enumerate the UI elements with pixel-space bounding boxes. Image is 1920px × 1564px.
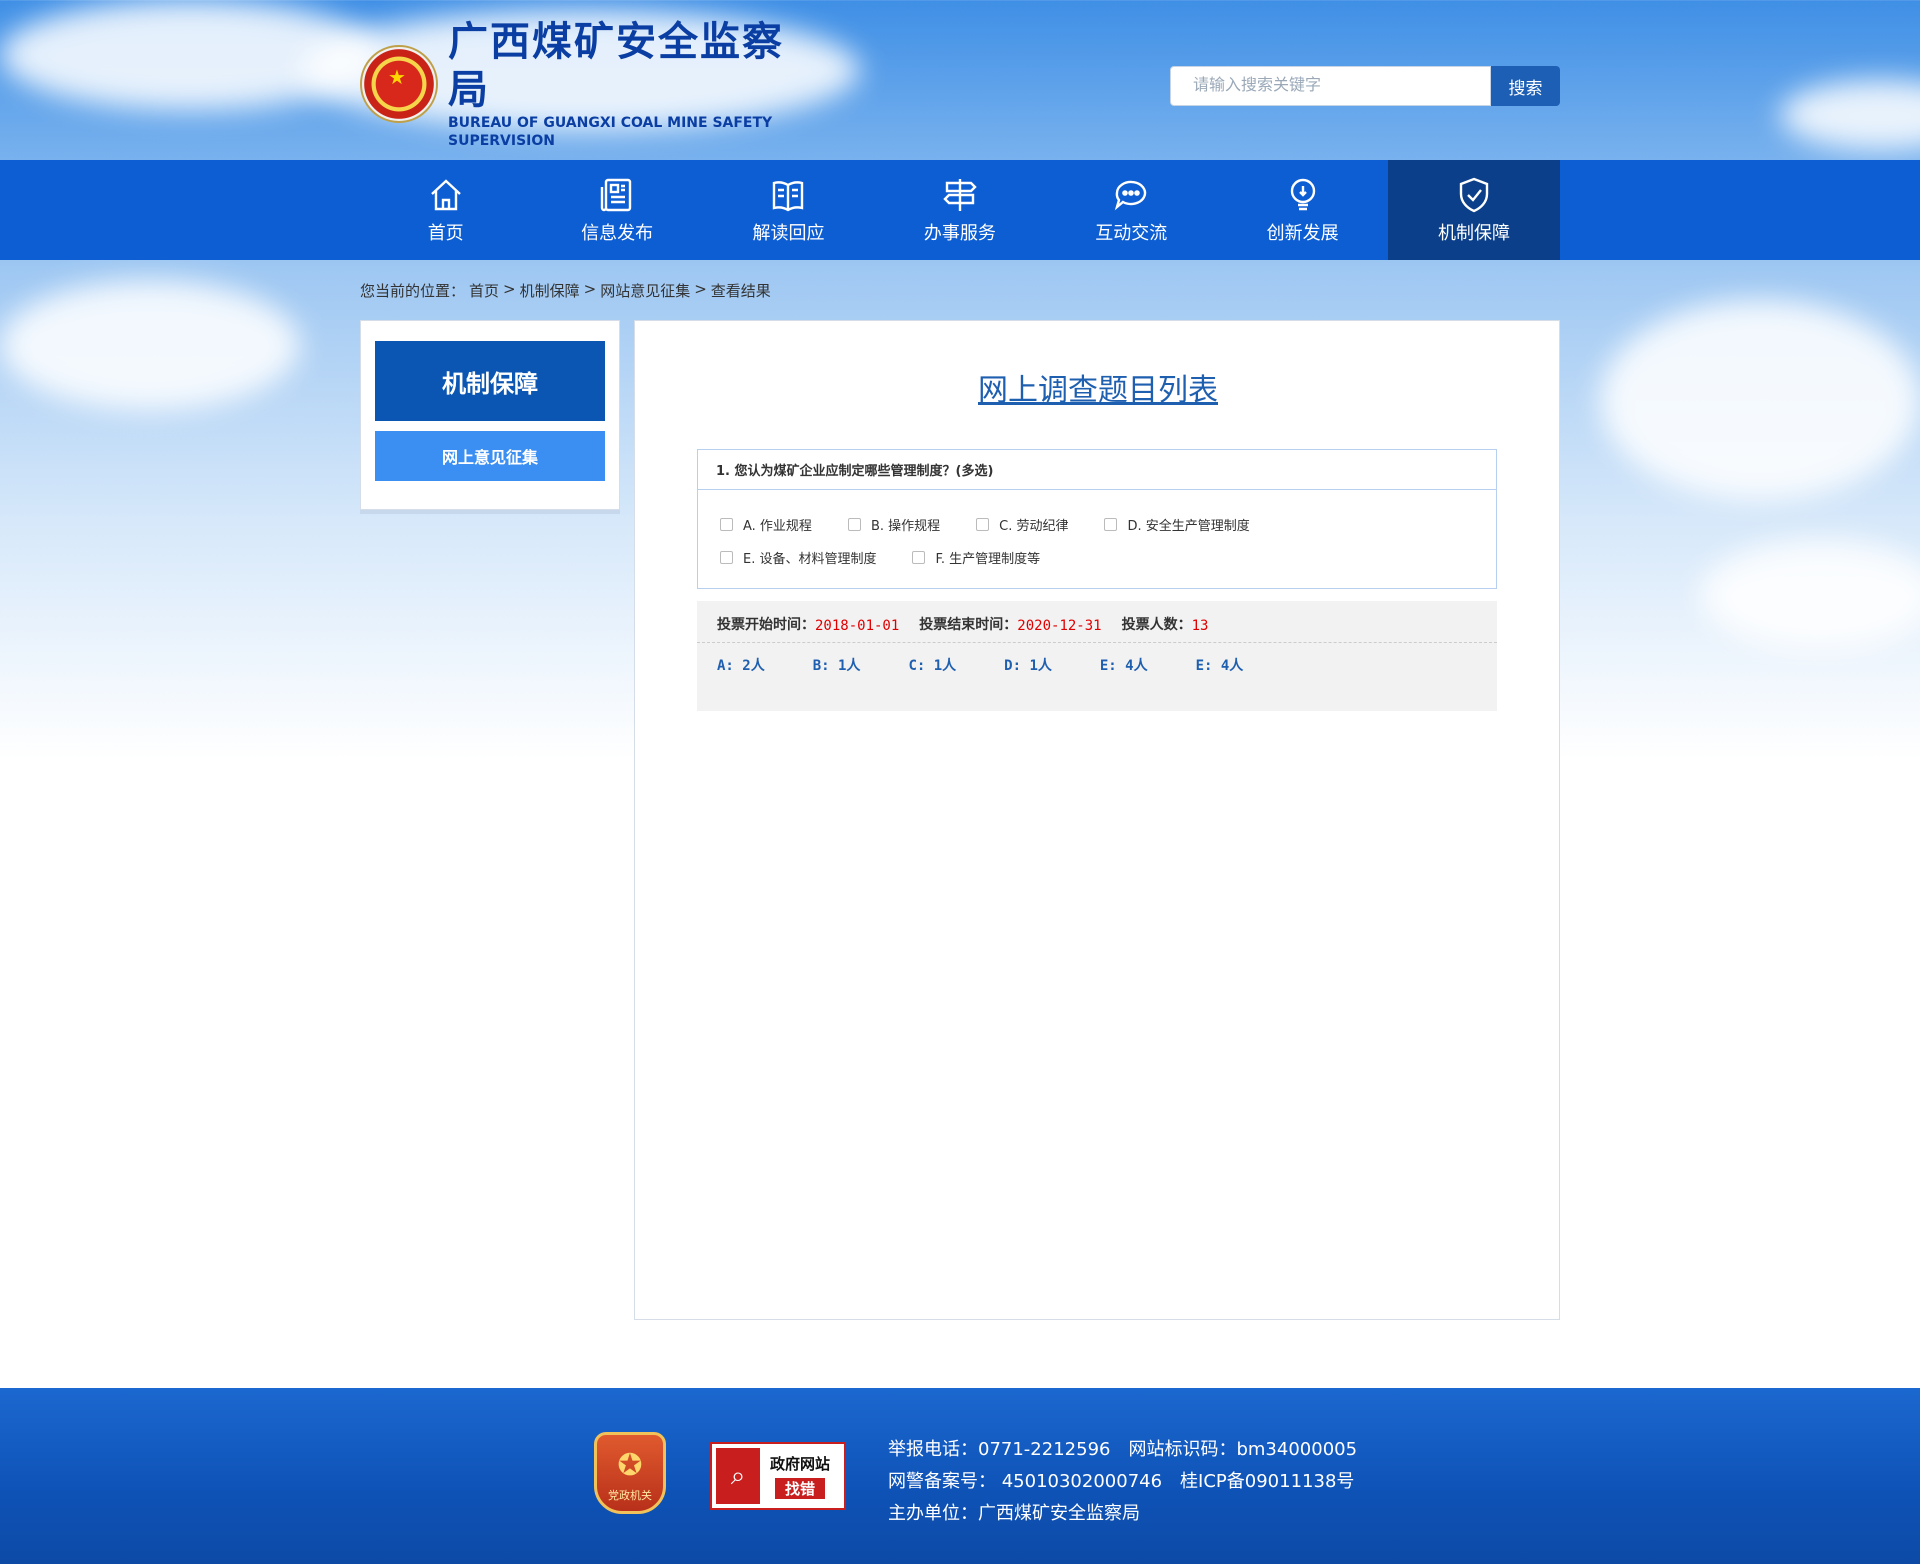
badge-line1: 政府网站 (769, 1455, 830, 1473)
signpost-icon (943, 179, 977, 211)
cloud-decoration (0, 280, 300, 410)
home-icon (430, 179, 461, 211)
option[interactable]: C. 劳动纪律 (976, 515, 1068, 534)
nav-item-innovation[interactable]: 创新发展 (1217, 160, 1388, 260)
nav-item-service[interactable]: 办事服务 (874, 160, 1045, 260)
party-gov-badge[interactable]: ✪ 党政机关 (594, 1432, 666, 1514)
breadcrumb-link[interactable]: 查看结果 (711, 280, 771, 301)
end-label: 投票结束时间： (919, 617, 1018, 633)
book-icon (773, 181, 804, 212)
shield-check-icon (1459, 177, 1489, 213)
result-item: E: 4人 (1195, 658, 1244, 674)
site-subtitle: BUREAU OF GUANGXI COAL MINE SAFETY SUPER… (448, 115, 773, 149)
main-content: 网上调查题目列表 1. 您认为煤矿企业应制定哪些管理制度？(多选) A. 作业规… (634, 320, 1560, 1320)
cloud-decoration (1600, 300, 1920, 500)
breadcrumb-link[interactable]: 首页 (469, 280, 499, 301)
question-text: 1. 您认为煤矿企业应制定哪些管理制度？(多选) (698, 450, 1496, 490)
chat-icon (1115, 180, 1147, 211)
breadcrumb: 您当前的位置： 首页 > 机制保障 > 网站意见征集 > 查看结果 (360, 280, 771, 301)
page-title[interactable]: 网上调查题目列表 (635, 365, 1561, 409)
sidebar-title: 机制保障 (375, 341, 605, 421)
breadcrumb-separator: > (694, 280, 707, 298)
nav-item-info[interactable]: 信息发布 (531, 160, 702, 260)
vote-stats: 投票开始时间： 2018-01-01 投票结束时间： 2020-12-31 投票… (697, 601, 1497, 711)
nav-item-interpret[interactable]: 解读回应 (703, 160, 874, 260)
checkbox[interactable] (1104, 518, 1118, 531)
option-label: E. 设备、材料管理制度 (743, 552, 877, 567)
result-item: C: 1人 (908, 658, 957, 674)
checkbox[interactable] (720, 518, 733, 531)
option-label: C. 劳动纪律 (999, 519, 1069, 534)
breadcrumb-separator: > (503, 280, 516, 298)
option[interactable]: E. 设备、材料管理制度 (720, 548, 876, 567)
newspaper-icon (600, 178, 632, 212)
magnifier-icon: ⌕ (716, 1448, 760, 1504)
option[interactable]: D. 安全生产管理制度 (1104, 515, 1250, 534)
result-item: E: 4人 (1099, 658, 1148, 674)
option[interactable]: B. 操作规程 (847, 515, 941, 534)
checkbox[interactable] (720, 551, 733, 564)
nav-label: 信息发布 (581, 223, 654, 244)
footer-sponsor: 主办单位：广西煤矿安全监察局 (888, 1503, 1140, 1524)
result-item: D: 1人 (1004, 658, 1052, 674)
nav-label: 机制保障 (1438, 223, 1511, 244)
result-item: B: 1人 (812, 658, 861, 674)
badge-label: 党政机关 (608, 1489, 652, 1502)
nav-item-home[interactable]: 首页 (360, 160, 531, 260)
lightbulb-icon (1290, 178, 1315, 211)
nav-label: 首页 (427, 223, 464, 244)
end-value: 2020-12-31 (1017, 618, 1102, 634)
search-input[interactable] (1170, 66, 1491, 106)
footer-info: 举报电话：0771-2212596 网站标识码：bm34000005 网警备案号… (888, 1434, 1357, 1530)
main-nav-bar: 首页 信息发布 解读回应 办事服务 互动交流 创新发展 机制保障 (0, 160, 1920, 260)
breadcrumb-prefix: 您当前的位置： (360, 282, 466, 300)
question-box: 1. 您认为煤矿企业应制定哪些管理制度？(多选) A. 作业规程 B. 操作规程… (697, 449, 1497, 589)
breadcrumb-link[interactable]: 网站意见征集 (600, 280, 690, 301)
option-label: F. 生产管理制度等 (935, 552, 1041, 567)
options-row: A. 作业规程 B. 操作规程 C. 劳动纪律 D. 安全生产管理制度 (720, 508, 1480, 541)
option[interactable]: A. 作业规程 (720, 515, 812, 534)
nav-label: 解读回应 (752, 223, 825, 244)
nav-label: 办事服务 (923, 223, 996, 244)
checkbox[interactable] (912, 551, 926, 564)
site-title: 广西煤矿安全监察局 (448, 19, 784, 113)
option-label: B. 操作规程 (870, 519, 941, 534)
party-emblem-icon: ✪ (617, 1448, 643, 1483)
options-row: E. 设备、材料管理制度 F. 生产管理制度等 (720, 541, 1480, 574)
count-label: 投票人数： (1121, 617, 1192, 633)
gov-site-error-badge[interactable]: ⌕ 政府网站 找错 (710, 1442, 846, 1510)
option-label: A. 作业规程 (743, 519, 812, 534)
breadcrumb-separator: > (583, 280, 597, 298)
main-nav: 首页 信息发布 解读回应 办事服务 互动交流 创新发展 机制保障 (360, 160, 1560, 260)
count-value: 13 (1191, 618, 1209, 634)
nav-item-interact[interactable]: 互动交流 (1046, 160, 1217, 260)
option[interactable]: F. 生产管理制度等 (912, 548, 1040, 567)
checkbox[interactable] (847, 518, 861, 531)
start-label: 投票开始时间： (717, 617, 815, 633)
nav-label: 创新发展 (1266, 223, 1339, 244)
breadcrumb-link[interactable]: 机制保障 (520, 280, 580, 301)
site-logo[interactable]: ★ 广西煤矿安全监察局 BUREAU OF GUANGXI COAL MINE … (360, 19, 820, 149)
vote-results: A: 2人 B: 1人 C: 1人 D: 1人 E: 4人 E: 4人 (697, 643, 1497, 675)
footer-contact: 举报电话：0771-2212596 网站标识码：bm34000005 (888, 1439, 1358, 1460)
emblem-icon: ★ (360, 45, 438, 123)
sidebar-item-opinion[interactable]: 网上意见征集 (375, 431, 605, 481)
vote-info: 投票开始时间： 2018-01-01 投票结束时间： 2020-12-31 投票… (697, 601, 1497, 643)
footer-icp: 网警备案号： 45010302000746 桂ICP备09011138号 (888, 1471, 1355, 1492)
cloud-decoration (1700, 540, 1920, 650)
checkbox[interactable] (976, 518, 990, 531)
start-value: 2018-01-01 (815, 618, 900, 634)
nav-item-mechanism[interactable]: 机制保障 (1388, 160, 1560, 260)
cloud-decoration (1780, 80, 1920, 150)
search-bar: 搜索 (1170, 66, 1560, 106)
nav-label: 互动交流 (1095, 223, 1168, 244)
search-button[interactable]: 搜索 (1491, 66, 1560, 106)
footer: ✪ 党政机关 ⌕ 政府网站 找错 举报电话：0771-2212596 网站标识码… (0, 1388, 1920, 1564)
result-item: A: 2人 (717, 658, 765, 674)
option-label: D. 安全生产管理制度 (1127, 519, 1250, 534)
options: A. 作业规程 B. 操作规程 C. 劳动纪律 D. 安全生产管理制度 E. 设… (720, 508, 1480, 574)
badge-line2: 找错 (774, 1478, 825, 1499)
sidebar: 机制保障 网上意见征集 (360, 320, 620, 510)
